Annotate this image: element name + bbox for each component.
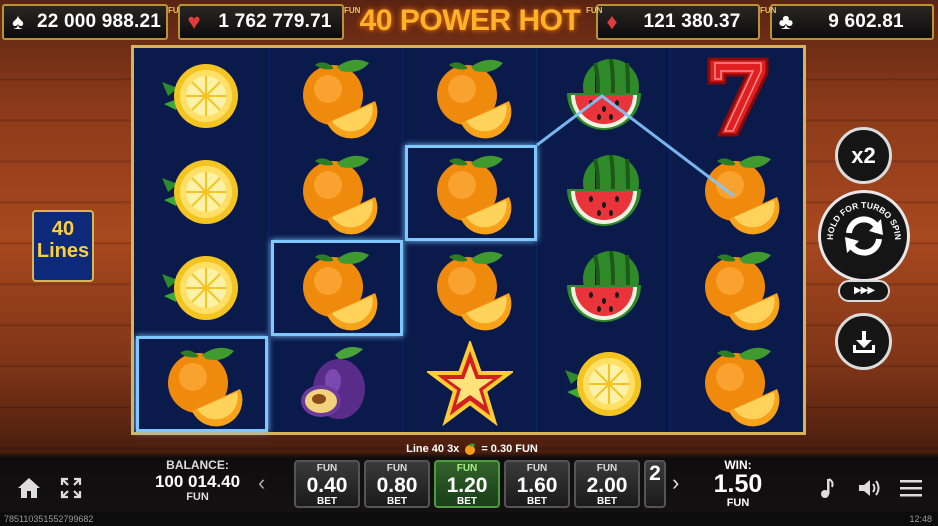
clock: 12:48 <box>909 514 932 524</box>
bet-option[interactable]: FUN 1.20 BET <box>434 460 500 508</box>
jackpot-bar: ♠ 22 000 988.21 FUN ♥ 1 762 779.71 FUN 4… <box>0 0 938 44</box>
lines-count: 40 <box>51 218 75 240</box>
lines-badge: 40 Lines <box>32 210 94 282</box>
bet-label: BET <box>387 496 407 507</box>
download-icon <box>852 330 875 353</box>
win-line-label: Line 40 3x <box>406 443 460 455</box>
jackpot-spades: ♠ 22 000 988.21 FUN <box>2 4 184 40</box>
heart-icon: ♥ <box>187 9 201 34</box>
svg-text:HOLD FOR TURBO SPIN: HOLD FOR TURBO SPIN <box>825 200 903 240</box>
bet-label: BET <box>527 496 547 507</box>
balance-value: 100 014.40 <box>154 472 241 491</box>
bet-value: 2.00 <box>586 474 628 497</box>
balance-label: BALANCE: <box>166 458 229 472</box>
music-note-icon <box>821 478 834 498</box>
jackpot-amount: 121 380.37 <box>643 11 741 32</box>
collect-button[interactable] <box>835 313 892 370</box>
bet-scroll-right[interactable]: › <box>672 470 679 496</box>
music-button[interactable] <box>812 474 840 502</box>
sound-button[interactable] <box>854 474 886 502</box>
jackpot-hearts: ♥ 1 762 779.71 FUN <box>178 4 360 40</box>
spin-button[interactable]: HOLD FOR TURBO SPIN <box>818 190 910 282</box>
jackpot-diamonds: ♦ 121 380.37 FUN <box>586 4 760 40</box>
footer-bar: 785110351552799682 12:48 <box>0 512 938 526</box>
fun-label: FUN <box>586 6 603 15</box>
home-icon <box>18 478 40 498</box>
fun-label: FUN <box>168 6 185 15</box>
win-line <box>536 94 735 198</box>
lines-label: Lines <box>36 240 90 262</box>
bet-value: 2 <box>649 462 661 485</box>
bet-scroll-left[interactable]: ‹ <box>258 470 265 496</box>
bet-label: BET <box>457 496 477 507</box>
balance-display: BALANCE: 100 014.40 FUN <box>140 458 255 504</box>
menu-button[interactable] <box>896 474 926 502</box>
bet-option[interactable]: FUN 1.60 BET <box>504 460 570 508</box>
jackpot-amount: 9 602.81 <box>828 11 904 32</box>
bet-label: BET <box>317 496 337 507</box>
hamburger-menu-icon <box>900 480 922 497</box>
turbo-toggle[interactable]: ▶▶▶ <box>838 280 890 302</box>
jackpot-amount: 22 000 988.21 <box>36 11 162 32</box>
club-icon: ♣ <box>778 9 794 34</box>
multiplier-button[interactable]: x2 <box>835 127 892 184</box>
fullscreen-button[interactable] <box>56 474 86 502</box>
win-currency: FUN <box>726 497 750 509</box>
bet-label: BET <box>597 496 617 507</box>
bet-option[interactable]: FUN 0.40 BET <box>294 460 360 508</box>
bet-option[interactable]: FUN 2.00 BET <box>574 460 640 508</box>
fullscreen-icon <box>60 477 82 499</box>
bet-option[interactable]: 2 <box>644 460 666 508</box>
jackpot-amount: 1 762 779.71 <box>218 11 332 32</box>
win-display: WIN: 1.50 FUN <box>696 459 780 510</box>
diamond-icon: ♦ <box>606 9 618 34</box>
home-button[interactable] <box>14 474 44 502</box>
reels-area[interactable] <box>131 45 806 435</box>
round-id: 785110351552799682 <box>4 514 94 524</box>
bet-value: 1.60 <box>516 474 558 497</box>
bet-value: 0.40 <box>306 474 348 497</box>
hold-for-turbo-text: HOLD FOR TURBO SPIN <box>825 200 903 240</box>
jackpot-clubs: ♣ 9 602.81 FUN <box>760 4 934 40</box>
fun-label: FUN <box>760 6 777 15</box>
bet-value: 1.20 <box>446 474 488 497</box>
speaker-icon <box>859 480 880 496</box>
bet-value: 0.80 <box>376 474 418 497</box>
win-value: 1.50 <box>713 470 763 498</box>
bet-option[interactable]: FUN 0.80 BET <box>364 460 430 508</box>
balance-currency: FUN <box>186 491 209 503</box>
win-line-amount: = 0.30 FUN <box>481 443 538 455</box>
orange-icon <box>465 443 476 455</box>
game-title: 40 POWER HOT <box>359 4 581 37</box>
win-line-message: Line 40 3x = 0.30 FUN <box>352 442 592 456</box>
spade-icon: ♠ <box>12 9 24 34</box>
